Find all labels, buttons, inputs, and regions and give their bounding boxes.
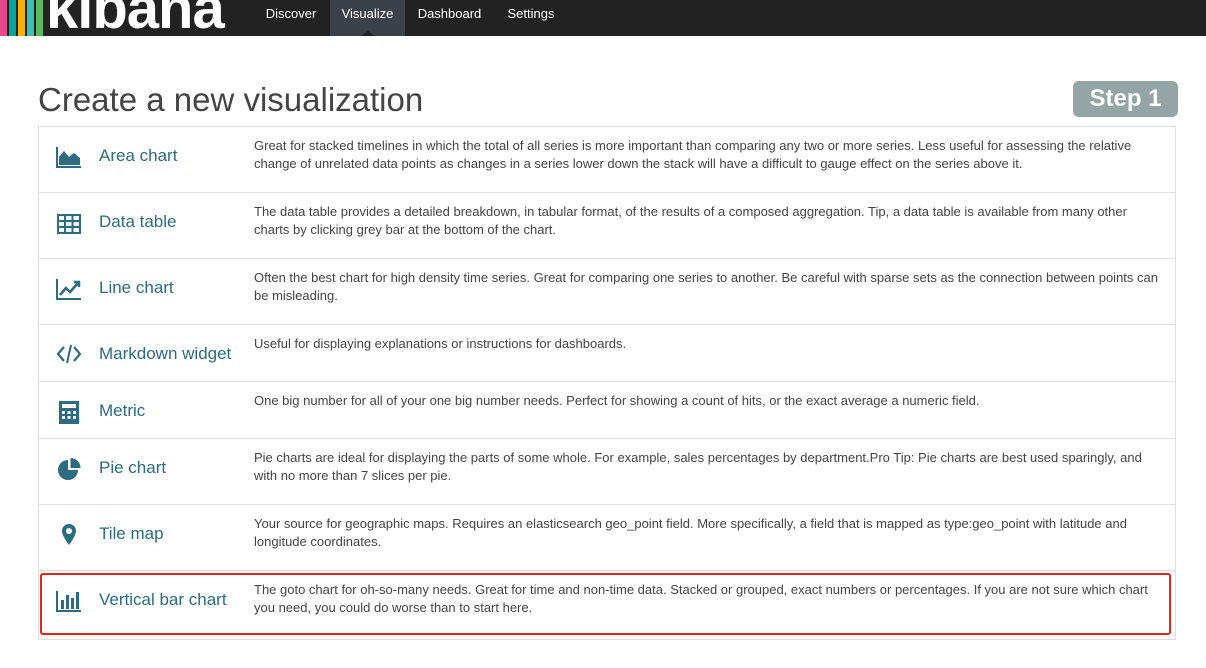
visualization-name: Vertical bar chart (99, 590, 227, 609)
logo-wordmark: kibana (46, 0, 225, 36)
visualization-description: The goto chart for oh-so-many needs. Gre… (254, 582, 1148, 615)
top-navbar: kibana Discover Visualize Dashboard Sett… (0, 0, 1206, 36)
visualization-name: Metric (99, 401, 146, 420)
visualization-description: Your source for geographic maps. Require… (254, 516, 1127, 549)
tab-visualize[interactable]: Visualize (330, 0, 405, 36)
tab-settings[interactable]: Settings (494, 0, 568, 36)
logo-stripe (9, 0, 16, 36)
table-icon (55, 210, 83, 238)
visualization-option-data-table[interactable]: Data table The data table provides a det… (39, 193, 1175, 259)
visualization-option-area-chart[interactable]: Area chart Great for stacked timelines i… (39, 127, 1175, 193)
step-badge: Step 1 (1073, 81, 1178, 117)
visualization-description: The data table provides a detailed break… (254, 204, 1127, 237)
active-tab-caret (360, 31, 375, 36)
code-icon (55, 340, 83, 368)
kibana-logo[interactable]: kibana (0, 0, 252, 36)
area-chart-icon (55, 143, 83, 171)
line-chart-icon (55, 275, 83, 303)
visualization-name: Tile map (99, 524, 164, 543)
visualization-option-markdown-widget[interactable]: Markdown widget Useful for displaying ex… (39, 325, 1175, 382)
visualization-name: Markdown widget (99, 344, 232, 363)
visualization-option-line-chart[interactable]: Line chart Often the best chart for high… (39, 259, 1175, 325)
tab-discover[interactable]: Discover (252, 0, 330, 36)
visualization-option-vertical-bar-chart[interactable]: Vertical bar chart The goto chart for oh… (39, 571, 1175, 639)
page-title: Create a new visualization (38, 81, 424, 118)
tab-label: Settings (507, 6, 555, 21)
visualization-description: Often the best chart for high density ti… (254, 270, 1158, 303)
logo-stripe (18, 0, 25, 36)
bar-chart-icon (55, 587, 83, 615)
logo-stripe (27, 0, 34, 36)
logo-stripe (0, 0, 7, 36)
visualization-option-metric[interactable]: Metric One big number for all of your on… (39, 382, 1175, 439)
visualization-option-tile-map[interactable]: Tile map Your source for geographic maps… (39, 505, 1175, 571)
visualization-name: Line chart (99, 278, 174, 297)
visualization-name: Area chart (99, 146, 178, 165)
visualization-name: Data table (99, 212, 177, 231)
calculator-icon (55, 398, 83, 426)
visualization-type-list: Area chart Great for stacked timelines i… (38, 126, 1176, 640)
tab-label: Dashboard (417, 6, 482, 21)
visualization-description: One big number for all of your one big n… (254, 393, 980, 408)
visualization-description: Great for stacked timelines in which the… (254, 138, 1132, 171)
visualization-description: Pie charts are ideal for displaying the … (254, 450, 1142, 483)
visualization-description: Useful for displaying explanations or in… (254, 336, 627, 351)
logo-stripe (36, 0, 43, 36)
tab-label: Discover (265, 6, 317, 21)
tab-dashboard[interactable]: Dashboard (405, 0, 494, 36)
visualization-option-pie-chart[interactable]: Pie chart Pie charts are ideal for displ… (39, 439, 1175, 505)
map-marker-icon (55, 521, 83, 549)
pie-chart-icon (55, 455, 83, 483)
tab-label: Visualize (341, 6, 394, 21)
visualization-name: Pie chart (99, 458, 167, 477)
